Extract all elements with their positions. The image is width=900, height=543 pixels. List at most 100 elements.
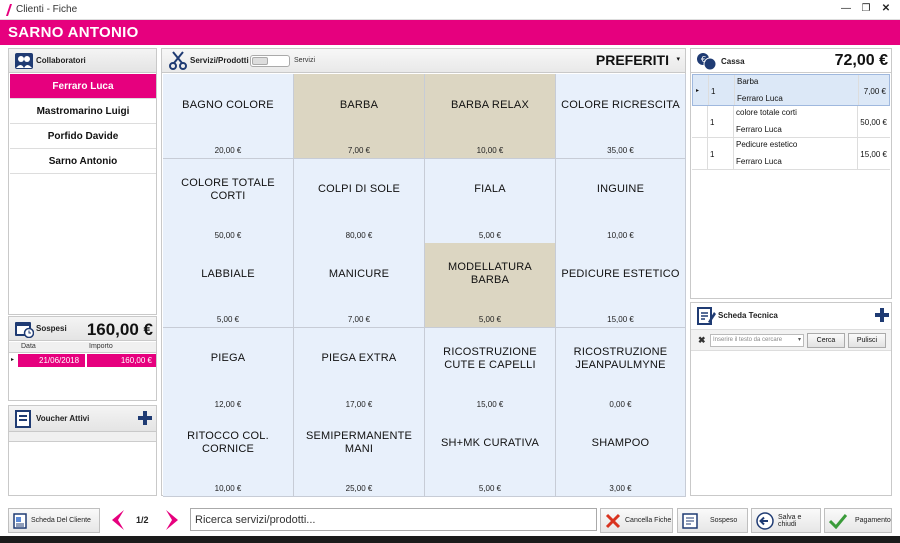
service-name: COLORE TOTALE CORTI <box>181 176 275 202</box>
sospesi-total: 160,00 € <box>86 320 153 339</box>
sospesi-row-date-cell[interactable]: 21/06/2018 <box>18 354 85 367</box>
cassa-row[interactable]: 1 colore totale corti Ferraro Luca 50,00 € <box>692 106 890 138</box>
cassa-row[interactable]: 1 Pedicure estetico Ferraro Luca 15,00 € <box>692 138 890 170</box>
service-tile-shampoo[interactable]: SHAMPOO 3,00 € <box>556 412 686 498</box>
service-tile-sh-mk-curativa[interactable]: SH+MK CURATIVA 5,00 € <box>425 412 556 498</box>
service-price: 10,00 € <box>476 146 504 155</box>
service-price: 3,00 € <box>609 484 632 494</box>
service-name: SEMIPERMANENTE MANI <box>305 430 413 456</box>
service-tile-ritocco-col-cornice[interactable]: RITOCCO COL. CORNICE 10,00 € <box>163 412 294 498</box>
service-tile-ricostruzione-cute-e-capelli[interactable]: RICOSTRUZIONE CUTE E CAPELLI 15,00 € <box>425 327 556 413</box>
prev-page-icon[interactable] <box>108 509 126 531</box>
service-name: RICOSTRUZIONE JEANPAULMYNE <box>573 345 668 371</box>
collaborators-panel: Collaboratori Ferraro Luca Mastromarino … <box>8 48 157 315</box>
cancella-fiche-button[interactable]: Cancella Fiche <box>600 508 673 533</box>
service-price: 10,00 € <box>214 484 242 494</box>
service-price: 10,00 € <box>607 230 634 240</box>
service-tile-barba-relax[interactable]: BARBA RELAX 10,00 € <box>425 74 556 159</box>
cassa-operator: Ferraro Luca <box>736 125 782 134</box>
service-name: PIEGA <box>210 352 246 365</box>
pagamento-button[interactable]: Pagamento <box>824 508 892 533</box>
restore-button[interactable]: ❐ <box>858 2 874 16</box>
service-name: SHAMPOO <box>591 436 650 449</box>
services-search-placeholder: Ricerca servizi/prodotti... <box>195 514 316 526</box>
cerca-button[interactable]: Cerca <box>807 333 845 348</box>
cassa-amount: 50,00 € <box>860 118 887 127</box>
service-tile-inguine[interactable]: INGUINE 10,00 € <box>556 158 686 244</box>
collaborator-item-sarno-antonio[interactable]: Sarno Antonio <box>10 149 156 174</box>
service-tile-ricostruzione-jeanpaulmyne[interactable]: RICOSTRUZIONE JEANPAULMYNE 0,00 € <box>556 327 686 413</box>
close-button[interactable]: ✕ <box>878 2 894 16</box>
services-search-input[interactable]: Ricerca servizi/prodotti... <box>190 508 597 531</box>
scheda-tecnica-title: Scheda Tecnica <box>718 311 778 320</box>
cassa-divider <box>691 72 891 73</box>
service-price: 12,00 € <box>214 399 242 409</box>
service-price: 0,00 € <box>609 399 632 409</box>
cancel-x-icon <box>605 513 621 529</box>
service-price: 17,00 € <box>345 399 373 409</box>
scheda-dropdown-icon[interactable]: ▾ <box>798 336 801 343</box>
clear-filter-icon[interactable]: ✖ <box>698 335 706 346</box>
collaborator-item-ferraro-luca[interactable]: Ferraro Luca <box>10 74 156 99</box>
collaborator-item-porfido-davide[interactable]: Porfido Davide <box>10 124 156 149</box>
add-voucher-icon[interactable] <box>138 411 152 425</box>
service-price: 15,00 € <box>607 315 634 325</box>
service-tile-modellatura-barba[interactable]: MODELLATURA BARBA 5,00 € <box>425 243 556 329</box>
service-tile-colpi-di-sole[interactable]: COLPI DI SOLE 80,00 € <box>294 158 425 244</box>
voucher-title: Voucher Attivi <box>36 414 90 423</box>
cancella-fiche-label: Cancella Fiche <box>625 517 672 524</box>
row-pointer-icon: ▸ <box>696 88 700 94</box>
service-price: 35,00 € <box>607 146 634 155</box>
client-name: SARNO ANTONIO <box>8 24 139 41</box>
service-price: 5,00 € <box>478 230 502 240</box>
service-tile-bagno-colore[interactable]: BAGNO COLORE 20,00 € <box>163 74 294 159</box>
service-tile-pedicure-estetico[interactable]: PEDICURE ESTETICO 15,00 € <box>556 243 686 329</box>
cassa-qty: 1 <box>710 150 715 159</box>
minimize-button[interactable]: — <box>838 2 854 16</box>
scheda-cliente-button[interactable]: Scheda Del Cliente <box>8 508 100 533</box>
cassa-amount: 15,00 € <box>860 150 887 159</box>
cassa-header: € Cassa 72,00 € <box>691 49 891 73</box>
service-price: 5,00 € <box>478 315 502 325</box>
service-tile-labbiale[interactable]: LABBIALE 5,00 € <box>163 243 294 329</box>
scheda-search-input[interactable]: Inserire il testo da cercare ▾ <box>710 334 804 347</box>
add-scheda-icon[interactable] <box>875 308 889 322</box>
service-name: RICOSTRUZIONE CUTE E CAPELLI <box>443 345 537 371</box>
service-tile-manicure[interactable]: MANICURE 7,00 € <box>294 243 425 329</box>
service-price: 50,00 € <box>214 230 242 240</box>
service-tile-colore-totale-corti[interactable]: COLORE TOTALE CORTI 50,00 € <box>163 158 294 244</box>
service-tile-fiala[interactable]: FIALA 5,00 € <box>425 158 556 244</box>
pagamento-label: Pagamento <box>855 517 891 524</box>
service-tile-piega-extra[interactable]: PIEGA EXTRA 17,00 € <box>294 327 425 413</box>
services-toggle[interactable] <box>250 55 290 67</box>
service-name: BAGNO COLORE <box>182 98 274 111</box>
voucher-header: Voucher Attivi <box>9 406 156 432</box>
service-tile-piega[interactable]: PIEGA 12,00 € <box>163 327 294 413</box>
salva-chiudi-button[interactable]: Salva e chiudi <box>751 508 821 533</box>
cassa-row[interactable]: ▸ 1 Barba Ferraro Luca 7,00 € <box>692 74 890 106</box>
app-logo-icon <box>6 3 12 16</box>
collaborator-item-mastromarino-luigi[interactable]: Mastromarino Luigi <box>10 99 156 124</box>
collaborators-header: Collaboratori <box>9 49 156 73</box>
sospesi-row-amount-cell[interactable]: 160,00 € <box>87 354 156 367</box>
sospesi-title: Sospesi <box>36 324 67 333</box>
category-dropdown[interactable]: PREFERITI <box>596 52 669 68</box>
cassa-operator: Ferraro Luca <box>737 94 783 103</box>
cell-divider <box>857 138 858 169</box>
client-card-icon <box>13 512 27 529</box>
chevron-down-icon[interactable]: ▾ <box>676 55 680 63</box>
service-tile-colore-ricrescita[interactable]: COLORE RICRESCITA 35,00 € <box>556 74 686 159</box>
cassa-description: colore totale corti <box>736 108 797 117</box>
service-name: PIEGA EXTRA <box>321 352 397 365</box>
service-tile-barba[interactable]: BARBA 7,00 € <box>294 74 425 159</box>
service-name: MANICURE <box>328 267 390 280</box>
sospeso-button[interactable]: Sospeso <box>677 508 748 533</box>
service-tile-semipermanente-mani[interactable]: SEMIPERMANENTE MANI 25,00 € <box>294 412 425 498</box>
pulisci-button[interactable]: Pulisci <box>848 333 886 348</box>
services-title: Servizi/Prodotti <box>190 56 249 65</box>
cassa-coins-icon: € <box>697 53 717 71</box>
next-page-icon[interactable] <box>164 509 182 531</box>
cell-divider <box>733 106 734 137</box>
cassa-amount: 7,00 € <box>863 87 886 96</box>
service-price: 80,00 € <box>345 230 373 240</box>
